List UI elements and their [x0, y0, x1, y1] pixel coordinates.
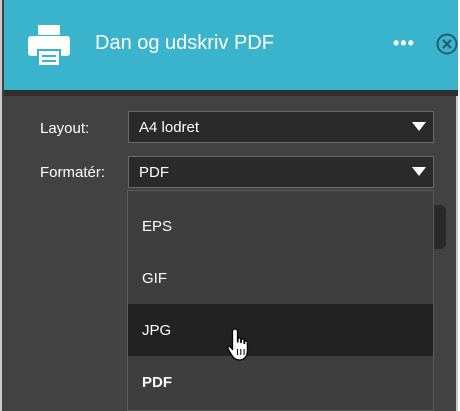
panel-title: Dan og udskriv PDF [95, 32, 274, 54]
chevron-down-icon[interactable] [405, 112, 433, 142]
chevron-down-icon[interactable] [405, 157, 433, 187]
print-panel: Dan og udskriv PDF ••• Layout: A4 lodret… [0, 0, 458, 411]
close-icon[interactable] [435, 32, 459, 56]
layout-value: A4 lodret [139, 119, 200, 136]
format-select[interactable]: PDF [128, 156, 434, 188]
format-label: Formatér: [40, 164, 106, 181]
dropdown-option-jpg[interactable]: JPG [128, 304, 433, 356]
layout-select[interactable]: A4 lodret [128, 111, 434, 143]
dropdown-option-gif[interactable]: GIF [128, 252, 433, 304]
more-options-icon[interactable]: ••• [393, 31, 415, 55]
dropdown-option-eps[interactable]: EPS [128, 200, 433, 252]
hand-pointer-icon [227, 328, 249, 361]
header-divider [4, 90, 458, 96]
printer-icon [28, 25, 70, 67]
dropdown-option-pdf[interactable]: PDF [128, 356, 433, 408]
layout-label: Layout: [40, 120, 90, 137]
format-dropdown-list: EPS GIF JPG PDF [127, 190, 434, 411]
panel-header: Dan og udskriv PDF ••• [4, 0, 458, 90]
format-value: PDF [139, 164, 169, 181]
side-button[interactable] [434, 205, 446, 249]
